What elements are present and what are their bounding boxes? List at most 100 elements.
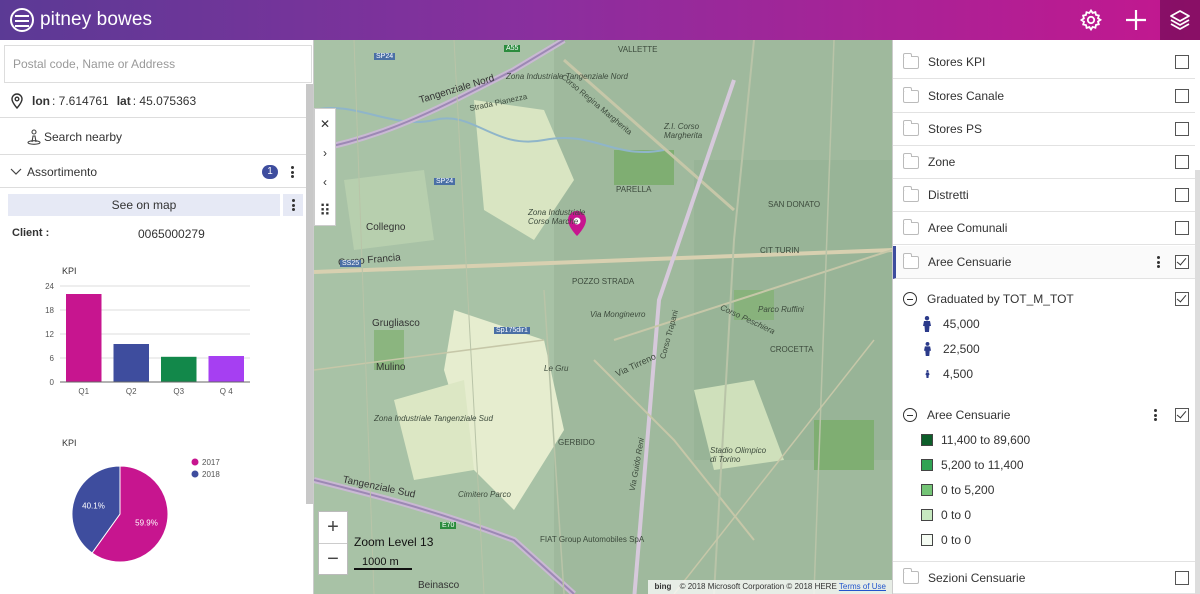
road-shield-sp24: SP24 <box>374 53 396 60</box>
layer-checkbox[interactable] <box>1175 89 1189 103</box>
add-button[interactable] <box>1116 0 1156 40</box>
label-stadio: Stadio Olimpico di Torino <box>710 446 767 464</box>
layer-menu-icon[interactable] <box>1152 254 1164 270</box>
terms-of-use-link[interactable]: Terms of Use <box>839 582 886 591</box>
scale-bar: 1000 m <box>354 556 412 570</box>
layer-checkbox[interactable] <box>1175 155 1189 169</box>
settings-button[interactable] <box>1071 0 1111 40</box>
pie-chart-title: KPI <box>62 438 77 448</box>
lat-value: : 45.075363 <box>132 94 197 108</box>
layer-checkbox[interactable] <box>1175 255 1189 269</box>
road-shield-e70: E70 <box>440 522 457 529</box>
search-nearby-button[interactable]: Search nearby <box>0 119 306 155</box>
pie-legend-label: 2018 <box>202 470 220 479</box>
layer-checkbox[interactable] <box>1175 55 1189 69</box>
layer-row-stores-kpi[interactable]: Stores KPI <box>893 46 1195 79</box>
close-panel-button[interactable]: ✕ <box>315 109 335 138</box>
label-vallette: VALLETTE <box>618 45 658 54</box>
label-cit-turin: CIT TURIN <box>760 246 800 255</box>
label-cimitero: Cimitero Parco <box>458 490 511 499</box>
client-label: Client : <box>12 227 50 239</box>
expand-panel-button[interactable]: › <box>315 138 335 167</box>
pie-slice-label: 59.9% <box>135 519 158 528</box>
label-crocetta: CROCETTA <box>770 345 814 354</box>
person-large-icon <box>921 316 933 332</box>
graduated-item: 45,000 <box>921 315 980 333</box>
chevron-down-icon <box>10 168 22 175</box>
choropleth-range: 11,400 to 89,600 <box>941 433 1031 447</box>
road-shield-sp24b: SP24 <box>434 178 456 185</box>
layer-label: Stores KPI <box>928 55 986 69</box>
layer-row-sezioni-censuarie[interactable]: Sezioni Censuarie <box>893 561 1195 594</box>
panel-scrollbar[interactable] <box>306 84 313 504</box>
graduated-title: Graduated by TOT_M_TOT <box>927 292 1074 306</box>
layer-checkbox[interactable] <box>1175 122 1189 136</box>
layer-checkbox[interactable] <box>1175 571 1189 585</box>
graduated-item: 4,500 <box>921 365 973 383</box>
pie-legend-marker <box>191 470 199 478</box>
zoom-out-button[interactable]: − <box>319 543 347 574</box>
choropleth-item: 11,400 to 89,600 <box>921 431 1030 449</box>
layer-row-aree-comunali[interactable]: Aree Comunali <box>893 212 1195 245</box>
location-pin-icon <box>11 93 23 109</box>
lat-label: lat <box>116 94 131 108</box>
folder-icon <box>903 568 919 584</box>
layer-row-aree-censuarie[interactable]: Aree Censuarie <box>893 246 1195 279</box>
section-assortimento[interactable]: Assortimento 1 <box>0 156 306 188</box>
brand-name: pitney bowes <box>40 9 153 30</box>
folder-icon <box>903 185 919 202</box>
layer-row-stores-canale[interactable]: Stores Canale <box>893 80 1195 113</box>
map-view[interactable]: Tangenziale Nord Tangenziale Sud Zona In… <box>314 40 892 594</box>
layer-checkbox[interactable] <box>1175 188 1189 202</box>
folder-icon <box>903 52 919 69</box>
collapse-circle-icon[interactable] <box>903 292 917 306</box>
collapse-circle-icon[interactable] <box>903 408 917 422</box>
graduated-checkbox[interactable] <box>1175 292 1189 306</box>
choropleth-range: 0 to 0 <box>941 508 972 522</box>
section-menu-icon[interactable] <box>286 164 298 180</box>
label-zi-lucento: Z.I. Corso Margherita <box>664 122 703 140</box>
see-on-map-button[interactable]: See on map <box>8 194 280 216</box>
folder-icon <box>903 252 919 269</box>
layer-row-zone[interactable]: Zone <box>893 146 1195 179</box>
graduated-value: 4,500 <box>943 367 974 381</box>
gear-icon <box>1079 8 1103 32</box>
layers-scrollbar[interactable] <box>1195 170 1200 594</box>
app-header: pitney bowes <box>0 0 1200 40</box>
folder-icon <box>903 119 919 136</box>
drag-handle-icon[interactable]: ⠿ <box>315 196 335 225</box>
bar-q2 <box>113 344 149 382</box>
layer-row-distretti[interactable]: Distretti <box>893 179 1195 212</box>
search-nearby-label: Search nearby <box>44 129 123 144</box>
folder-icon <box>903 152 919 169</box>
see-on-map-menu-button[interactable] <box>283 194 303 216</box>
label-parco-ruffini: Parco Ruffini <box>758 305 804 314</box>
brand-logo: pitney bowes <box>10 6 152 34</box>
choropleth-menu-icon[interactable] <box>1149 407 1161 423</box>
choropleth-range: 5,200 to 11,400 <box>941 458 1024 472</box>
bing-logo: bing <box>654 582 672 591</box>
label-via-monginevro: Via Monginevro <box>590 310 646 319</box>
label-grugliasco: Grugliasco <box>372 318 420 329</box>
layer-row-stores-ps[interactable]: Stores PS <box>893 113 1195 146</box>
search-input[interactable] <box>4 45 312 83</box>
layer-checkbox[interactable] <box>1175 221 1189 235</box>
count-badge: 1 <box>262 165 278 179</box>
layers-panel: Stores KPI Stores Canale Stores PS Zone … <box>892 40 1200 594</box>
label-le-gru: Le Gru <box>544 364 569 373</box>
bar-chart-title: KPI <box>62 266 77 276</box>
bar-x-tick-label: Q2 <box>126 387 137 396</box>
choropleth-item: 5,200 to 11,400 <box>921 456 1024 474</box>
layer-label: Stores Canale <box>928 89 1005 103</box>
choropleth-checkbox[interactable] <box>1175 408 1189 422</box>
layer-label: Zone <box>928 155 956 169</box>
choropleth-legend-header[interactable]: Aree Censuarie <box>893 400 1195 430</box>
layer-label: Aree Censuarie <box>928 255 1012 269</box>
layers-button[interactable] <box>1160 0 1200 40</box>
graduated-legend-header[interactable]: Graduated by TOT_M_TOT <box>893 284 1195 314</box>
color-swatch <box>921 509 933 521</box>
label-collegno: Collegno <box>366 222 406 233</box>
zoom-in-button[interactable]: + <box>319 512 347 543</box>
collapse-panel-button[interactable]: ‹ <box>315 167 335 196</box>
nearby-person-icon <box>27 128 41 145</box>
